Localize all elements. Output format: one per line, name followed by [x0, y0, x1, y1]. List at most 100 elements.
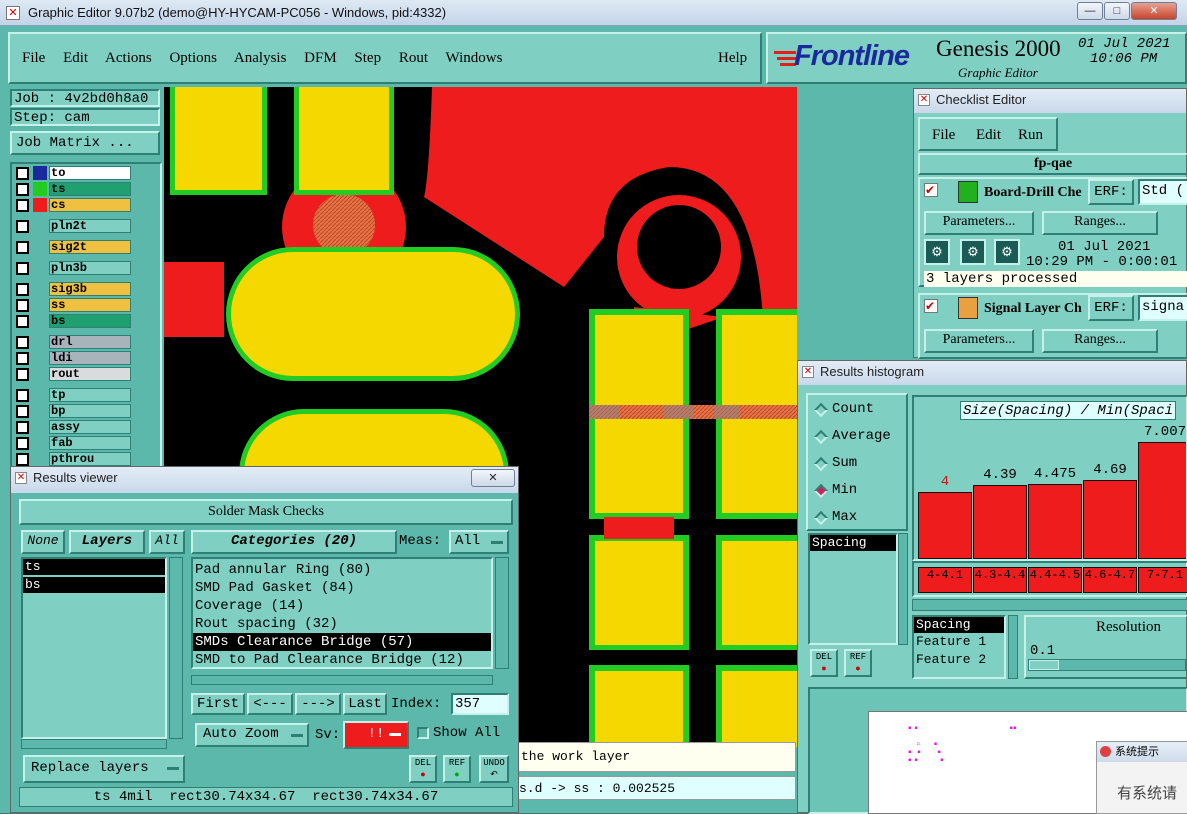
histogram-bar[interactable] [1028, 484, 1082, 559]
all-layers-button[interactable]: All [149, 530, 185, 554]
checklist-menu-run[interactable]: Run [1018, 127, 1043, 144]
menu-actions[interactable]: Actions [105, 50, 152, 66]
parameters-button[interactable]: Parameters... [924, 211, 1034, 235]
layer-checkbox[interactable] [16, 352, 29, 365]
menu-help[interactable]: Help [718, 50, 747, 67]
layer-list-scrollbar-v[interactable] [169, 557, 183, 739]
average-radio[interactable] [813, 429, 829, 445]
run-icon-1[interactable]: ⚙ [924, 239, 950, 265]
layer-name[interactable]: rout [49, 367, 131, 381]
max-label[interactable]: Max [832, 509, 857, 525]
minimize-button[interactable]: — [1077, 2, 1103, 20]
histogram-bar[interactable] [918, 492, 972, 559]
layer-name[interactable]: pthrou [49, 452, 131, 466]
layer-checkbox[interactable] [16, 262, 29, 275]
layer-row[interactable]: drl [16, 335, 131, 349]
layer-checkbox[interactable] [16, 368, 29, 381]
list-item[interactable]: Spacing [914, 617, 1004, 633]
sum-label[interactable]: Sum [832, 455, 857, 471]
parameters-button[interactable]: Parameters... [924, 329, 1034, 353]
layer-row[interactable]: fab [16, 436, 131, 450]
layer-color-swatch[interactable] [33, 240, 47, 254]
layer-list-scrollbar-h[interactable] [21, 739, 167, 749]
layer-name[interactable]: bp [49, 404, 131, 418]
layer-color-swatch[interactable] [33, 261, 47, 275]
histogram-bar[interactable] [973, 485, 1027, 559]
layer-row[interactable]: sig3b [16, 282, 131, 296]
layer-color-swatch[interactable] [33, 436, 47, 450]
erf-value-field[interactable]: signa [1138, 295, 1187, 321]
list-item[interactable]: Feature 1 [914, 633, 1004, 651]
layer-checkbox[interactable] [16, 336, 29, 349]
layer-checkbox[interactable] [16, 453, 29, 466]
show-all-checkbox[interactable] [417, 727, 429, 739]
field-list-scrollbar[interactable] [1008, 615, 1018, 679]
layers-button[interactable]: Layers [69, 530, 145, 554]
layer-checkbox[interactable] [16, 283, 29, 296]
layer-row[interactable]: ts [16, 182, 131, 196]
layer-color-swatch[interactable] [33, 404, 47, 418]
list-item[interactable]: Rout spacing (32) [193, 615, 491, 633]
ref-button[interactable]: REF ● [844, 649, 872, 677]
checklist-item-signal-layer[interactable]: ✔ Signal Layer Ch ERF: signa Parameters.… [918, 293, 1187, 359]
average-label[interactable]: Average [832, 428, 891, 444]
checklist-item-board-drill[interactable]: ✔ Board-Drill Che ERF: Std ( Parameters.… [918, 177, 1187, 287]
first-button[interactable]: First [191, 693, 245, 715]
layer-results-list[interactable]: ts bs [21, 557, 167, 739]
spacing-list[interactable]: Spacing [808, 533, 898, 645]
maximize-button[interactable]: □ [1104, 2, 1130, 20]
min-label[interactable]: Min [832, 482, 857, 498]
layer-row[interactable]: bs [16, 314, 131, 328]
close-button[interactable]: ✕ [1131, 2, 1177, 20]
meas-select[interactable]: All [449, 530, 509, 554]
menu-analysis[interactable]: Analysis [234, 50, 287, 66]
resolution-slider[interactable] [1028, 659, 1186, 671]
min-radio[interactable] [813, 483, 829, 499]
layer-row[interactable]: pthrou [16, 452, 131, 466]
show-all-label[interactable]: Show All [433, 725, 500, 741]
checklist-menu-file[interactable]: File [932, 127, 955, 144]
layer-color-swatch[interactable] [33, 314, 47, 328]
layer-checkbox[interactable] [16, 299, 29, 312]
category-scrollbar-v[interactable] [495, 557, 509, 669]
list-item[interactable]: ts [23, 559, 165, 575]
layer-name[interactable]: ts [49, 182, 131, 196]
menu-step[interactable]: Step [354, 50, 381, 66]
erf-button[interactable]: ERF: [1088, 179, 1134, 205]
field-list[interactable]: Spacing Feature 1 Feature 2 [912, 615, 1006, 679]
menu-edit[interactable]: Edit [63, 50, 88, 66]
layer-color-swatch[interactable] [33, 298, 47, 312]
menu-rout[interactable]: Rout [399, 50, 428, 66]
layer-color-swatch[interactable] [33, 282, 47, 296]
layer-name[interactable]: sig2t [49, 240, 131, 254]
layer-color-swatch[interactable] [33, 388, 47, 402]
erf-value-field[interactable]: Std ( [1138, 179, 1187, 205]
list-item[interactable]: SMD to Pad Clearance Bridge (12) [193, 651, 491, 669]
sum-radio[interactable] [813, 456, 829, 472]
layer-name[interactable]: cs [49, 198, 131, 212]
layer-row[interactable]: pln2t [16, 219, 131, 233]
ranges-button[interactable]: Ranges... [1042, 329, 1158, 353]
layer-name[interactable]: to [49, 166, 131, 180]
check-mark-icon[interactable]: ✔ [924, 183, 938, 197]
layer-checkbox[interactable] [16, 183, 29, 196]
run-icon-2[interactable]: ⚙ [960, 239, 986, 265]
del-button[interactable]: DEL ● [409, 755, 437, 783]
layer-checkbox[interactable] [16, 167, 29, 180]
checklist-menu-edit[interactable]: Edit [976, 127, 1001, 144]
layer-row[interactable]: rout [16, 367, 131, 381]
layer-color-swatch[interactable] [33, 420, 47, 434]
layer-color-swatch[interactable] [33, 219, 47, 233]
job-matrix-button[interactable]: Job Matrix ... [10, 131, 160, 155]
count-radio[interactable] [813, 402, 829, 418]
count-label[interactable]: Count [832, 401, 874, 417]
ranges-button[interactable]: Ranges... [1042, 211, 1158, 235]
layer-row[interactable]: to [16, 166, 131, 180]
layer-name[interactable]: assy [49, 420, 131, 434]
layer-checkbox[interactable] [16, 421, 29, 434]
last-button[interactable]: Last [343, 693, 387, 715]
undo-button[interactable]: UNDO ↶ [479, 755, 509, 783]
list-item[interactable]: SMDs Clearance Bridge (57) [193, 633, 491, 651]
layer-name[interactable]: ldi [49, 351, 131, 365]
menu-options[interactable]: Options [169, 50, 217, 66]
